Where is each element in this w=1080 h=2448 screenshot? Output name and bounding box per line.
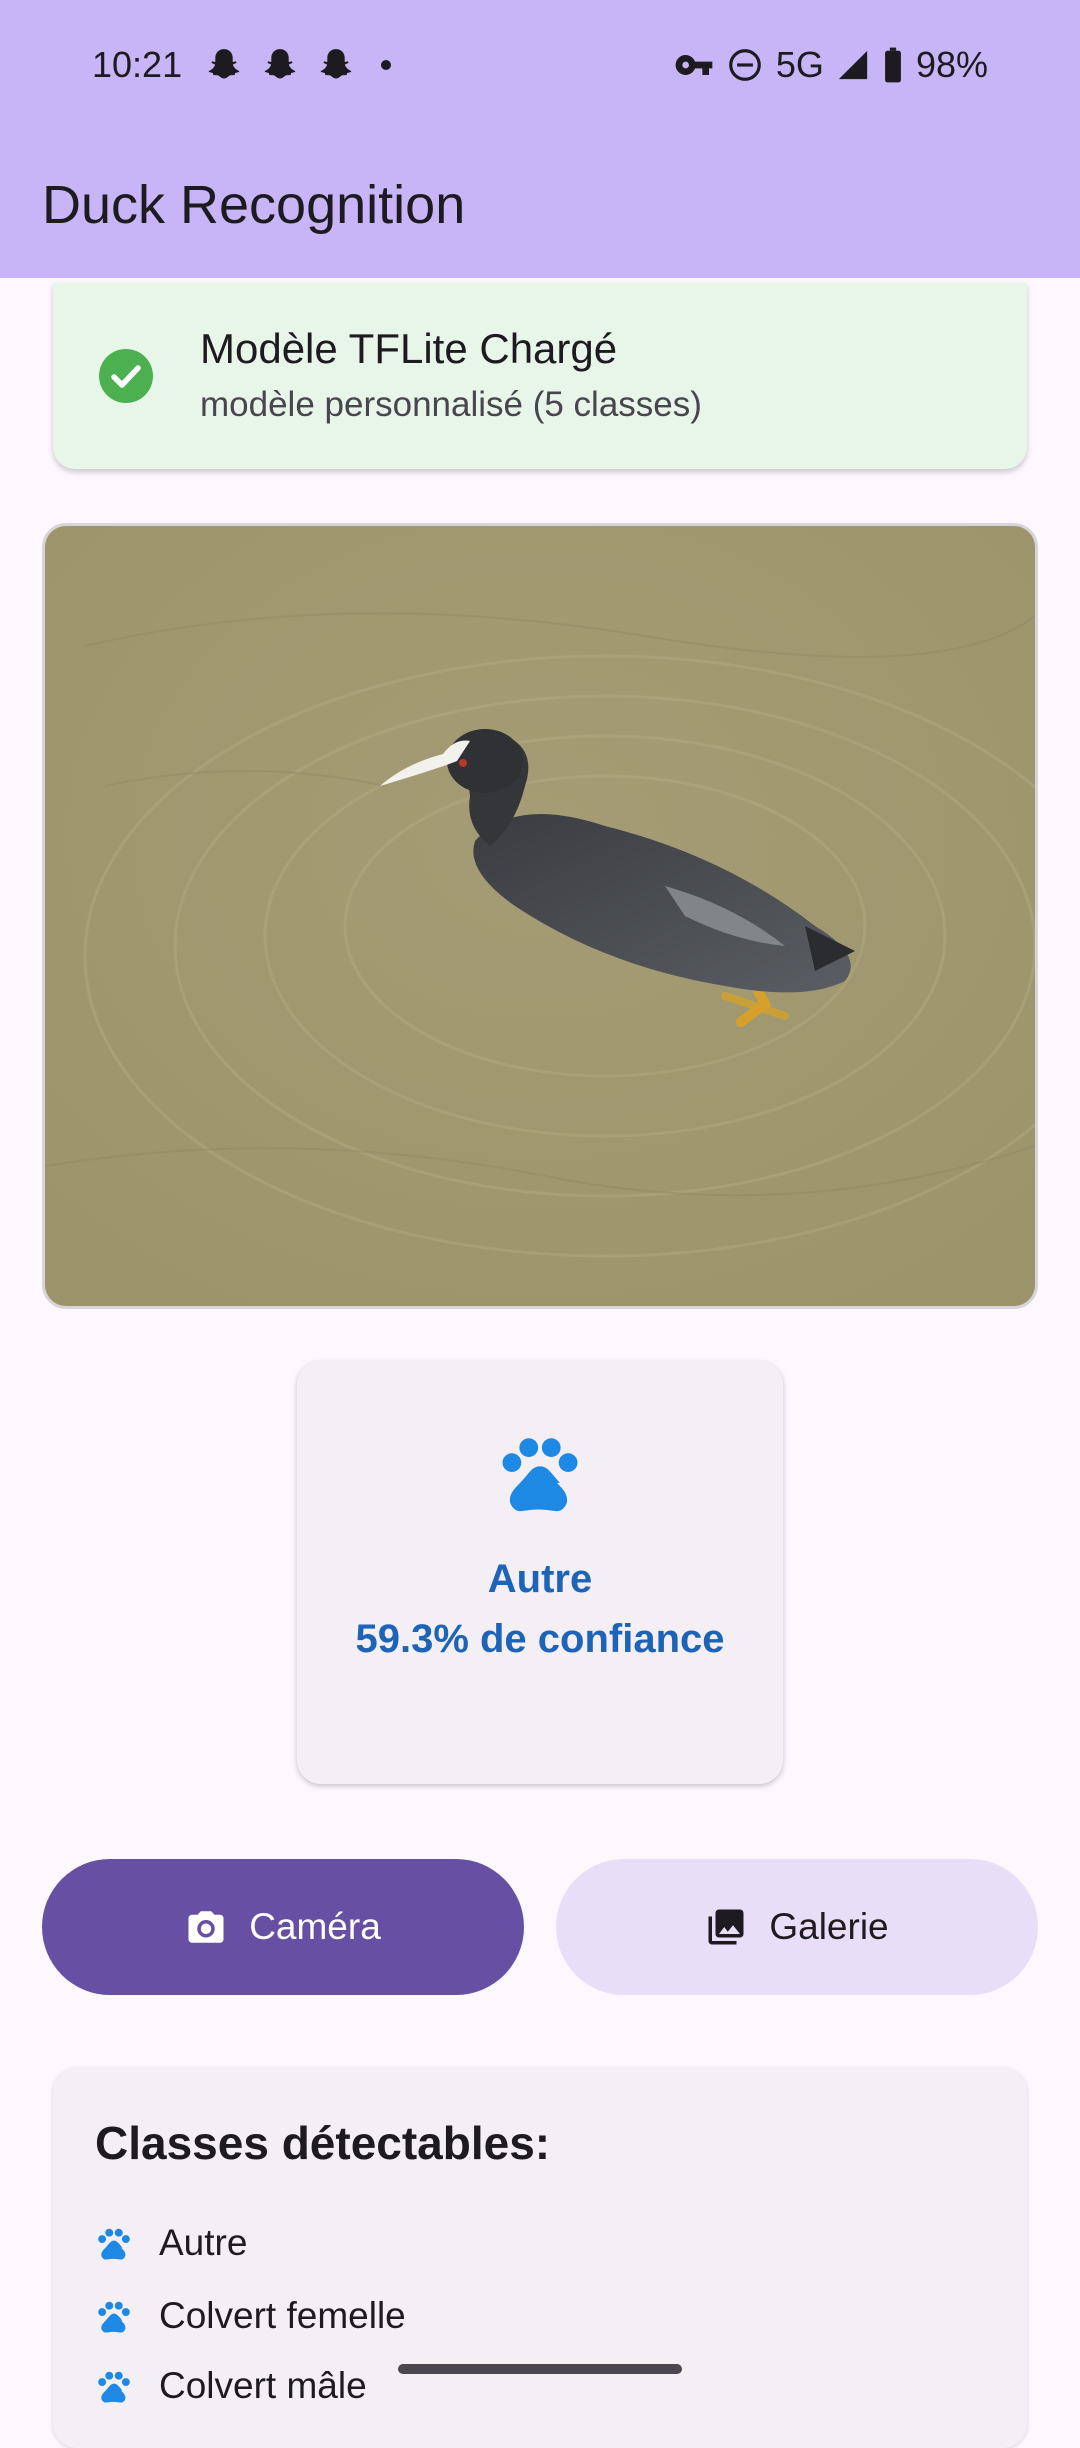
- class-label: Autre: [159, 2222, 248, 2263]
- model-status-title: Modèle TFLite Chargé: [200, 325, 618, 372]
- status-notification-icons: [205, 46, 391, 84]
- paw-icon: [95, 2367, 133, 2405]
- network-type: 5G: [775, 44, 824, 85]
- camera-button[interactable]: Caméra: [42, 1859, 524, 1995]
- home-indicator[interactable]: [398, 2364, 682, 2374]
- status-system-icons: 5G 98%: [674, 44, 988, 86]
- gallery-button-label: Galerie: [769, 1906, 889, 1947]
- result-label: Autre: [487, 1557, 593, 1601]
- do-not-disturb-icon: [726, 46, 764, 84]
- status-time: 10:21: [92, 44, 183, 85]
- vpn-key-icon: [674, 45, 714, 85]
- battery-level: 98%: [915, 44, 988, 85]
- result-card: Autre 59.3% de confiance: [297, 1361, 783, 1784]
- class-label: Colvert mâle: [159, 2365, 367, 2406]
- class-item: Colvert femelle: [95, 2288, 406, 2344]
- gallery-button[interactable]: Galerie: [556, 1859, 1038, 1995]
- detectable-classes-card: Classes détectables: Autre Colvert femel…: [53, 2068, 1027, 2448]
- paw-icon: [95, 2224, 133, 2262]
- class-item: Autre: [95, 2215, 247, 2271]
- selected-photo: [42, 523, 1038, 1309]
- paw-icon: [495, 1427, 585, 1522]
- signal-icon: [836, 48, 870, 82]
- camera-button-label: Caméra: [249, 1906, 381, 1947]
- snapchat-icon: [261, 46, 299, 84]
- app-bar: Duck Recognition: [0, 130, 1080, 278]
- notification-dot-icon: [381, 60, 391, 70]
- paw-icon: [95, 2297, 133, 2335]
- coot-photo: [45, 526, 1035, 1306]
- class-item: Colvert mâle: [95, 2358, 367, 2414]
- result-confidence: 59.3% de confiance: [355, 1617, 725, 1661]
- check-circle-icon: [99, 349, 153, 403]
- status-bar: 10:21 5G 98%: [0, 0, 1080, 130]
- classes-title: Classes détectables:: [95, 2117, 551, 2169]
- model-status-subtitle: modèle personnalisé (5 classes): [200, 385, 702, 424]
- gallery-icon: [705, 1906, 747, 1948]
- battery-icon: [882, 46, 904, 84]
- model-status-card: Modèle TFLite Chargé modèle personnalisé…: [53, 283, 1027, 469]
- camera-icon: [185, 1906, 227, 1948]
- app-title: Duck Recognition: [42, 175, 466, 235]
- class-label: Colvert femelle: [159, 2295, 406, 2336]
- snapchat-icon: [205, 46, 243, 84]
- snapchat-icon: [317, 46, 355, 84]
